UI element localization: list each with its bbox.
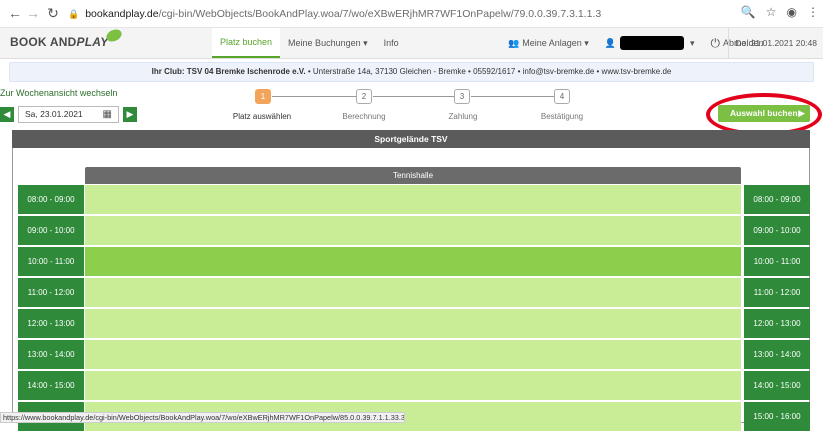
back-icon[interactable]: ← bbox=[6, 5, 24, 21]
time-slot-label: 13:00 - 14:00 bbox=[18, 340, 84, 369]
reload-icon[interactable]: ↻ bbox=[44, 5, 62, 22]
nav-book-court[interactable]: Platz buchen bbox=[212, 28, 281, 58]
court-slot[interactable] bbox=[85, 185, 741, 215]
logo[interactable]: BOOK ANDPLAY bbox=[10, 27, 124, 49]
browser-toolbar: ← → ↻ 🔒 bookandplay.de/cgi-bin/WebObject… bbox=[0, 0, 823, 28]
logo-play: PLAY bbox=[76, 35, 109, 49]
date-value: Sa, 23.01.2021 bbox=[25, 109, 83, 119]
url-host: bookandplay.de bbox=[85, 8, 159, 20]
nav-facilities-label: Meine Anlagen ▾ bbox=[522, 37, 589, 48]
prev-day-button[interactable]: ◀ bbox=[0, 107, 14, 122]
nav-my-bookings[interactable]: Meine Buchungen ▾ bbox=[280, 28, 376, 58]
time-slot-label: 14:00 - 15:00 bbox=[18, 371, 84, 400]
time-slot-label: 09:00 - 10:00 bbox=[18, 216, 84, 245]
chevron-down-icon: ▾ bbox=[690, 37, 695, 48]
step-3-label: Zahlung bbox=[448, 112, 478, 121]
club-details: • Unterstraße 14a, 37130 Gleichen - Brem… bbox=[305, 67, 672, 76]
step-connector bbox=[373, 96, 454, 97]
user-icon: 👤 bbox=[604, 37, 617, 48]
step-2: 2 bbox=[356, 89, 372, 104]
week-view-link[interactable]: Zur Wochenansicht wechseln bbox=[0, 88, 117, 98]
time-slot-label: 12:00 - 13:00 bbox=[744, 309, 810, 338]
court-slot[interactable] bbox=[85, 309, 741, 339]
zoom-icon[interactable]: 🔍 bbox=[741, 5, 756, 19]
address-bar[interactable]: 🔒 bookandplay.de/cgi-bin/WebObjects/Book… bbox=[68, 4, 823, 24]
menu-icon[interactable]: ⋮ bbox=[807, 5, 819, 19]
logo-book: BOOK AND bbox=[10, 35, 77, 49]
time-slot-label: 15:00 - 16:00 bbox=[744, 402, 810, 431]
browser-actions: 🔍 ☆ ◉ ⋮ bbox=[741, 5, 819, 19]
forward-icon[interactable]: → bbox=[24, 5, 42, 21]
step-1-label: Platz auswählen bbox=[232, 112, 292, 121]
time-slot-label: 11:00 - 12:00 bbox=[18, 278, 84, 307]
triangle-right-icon: ▶ bbox=[126, 109, 134, 119]
time-slot-label: 14:00 - 15:00 bbox=[744, 371, 810, 400]
court-slot[interactable] bbox=[85, 278, 741, 308]
next-day-button[interactable]: ▶ bbox=[123, 107, 137, 122]
time-slot-label: 08:00 - 09:00 bbox=[744, 185, 810, 214]
current-datetime: Do. 21.01.2021 20:48 bbox=[728, 28, 823, 58]
date-field[interactable]: Sa, 23.01.2021 ▦ bbox=[18, 106, 119, 123]
time-slot-label: 10:00 - 11:00 bbox=[18, 247, 84, 276]
step-1: 1 bbox=[255, 89, 271, 104]
court-slot[interactable] bbox=[85, 340, 741, 370]
time-slot-label: 09:00 - 10:00 bbox=[744, 216, 810, 245]
url-path: /cgi-bin/WebObjects/BookAndPlay.woa/7/wo… bbox=[158, 8, 602, 20]
time-slot-label: 08:00 - 09:00 bbox=[18, 185, 84, 214]
time-slot-label: 12:00 - 13:00 bbox=[18, 309, 84, 338]
user-name-redacted bbox=[620, 36, 685, 50]
triangle-left-icon: ◀ bbox=[3, 109, 11, 119]
step-3: 3 bbox=[454, 89, 470, 104]
court-slot[interactable] bbox=[85, 216, 741, 246]
time-slot-label: 11:00 - 12:00 bbox=[744, 278, 810, 307]
main-nav: Platz buchen Meine Buchungen ▾ Info bbox=[212, 28, 407, 58]
step-connector bbox=[272, 96, 356, 97]
venue-title: Sportgelände TSV bbox=[12, 130, 810, 148]
time-slot-label: 13:00 - 14:00 bbox=[744, 340, 810, 369]
nav-info[interactable]: Info bbox=[376, 28, 407, 58]
step-4-label: Bestätigung bbox=[540, 112, 584, 121]
step-4: 4 bbox=[554, 89, 570, 104]
calendar-icon[interactable]: ▦ bbox=[103, 107, 112, 122]
court-slot[interactable] bbox=[85, 247, 741, 277]
users-icon: 👥 bbox=[508, 37, 520, 48]
club-name: Ihr Club: TSV 04 Bremke Ischenrode e.V. bbox=[151, 67, 306, 76]
power-icon: ⏻ bbox=[710, 35, 721, 50]
profile-icon[interactable]: ◉ bbox=[787, 5, 797, 19]
lock-icon: 🔒 bbox=[68, 8, 80, 19]
club-info-bar: Ihr Club: TSV 04 Bremke Ischenrode e.V. … bbox=[9, 62, 814, 82]
time-slot-label: 10:00 - 11:00 bbox=[744, 247, 810, 276]
star-icon[interactable]: ☆ bbox=[766, 5, 777, 19]
nav-user-menu[interactable]: 👤 ▾ bbox=[597, 28, 703, 58]
step-connector bbox=[471, 96, 554, 97]
nav-facilities[interactable]: 👥 Meine Anlagen ▾ bbox=[500, 28, 597, 58]
court-slot[interactable] bbox=[85, 371, 741, 401]
app-header: BOOK ANDPLAY Platz buchen Meine Buchunge… bbox=[0, 27, 823, 59]
hall-title: Tennishalle bbox=[85, 167, 741, 184]
step-2-label: Berechnung bbox=[342, 112, 386, 121]
browser-status-url: https://www.bookandplay.de/cgi-bin/WebOb… bbox=[0, 412, 405, 423]
